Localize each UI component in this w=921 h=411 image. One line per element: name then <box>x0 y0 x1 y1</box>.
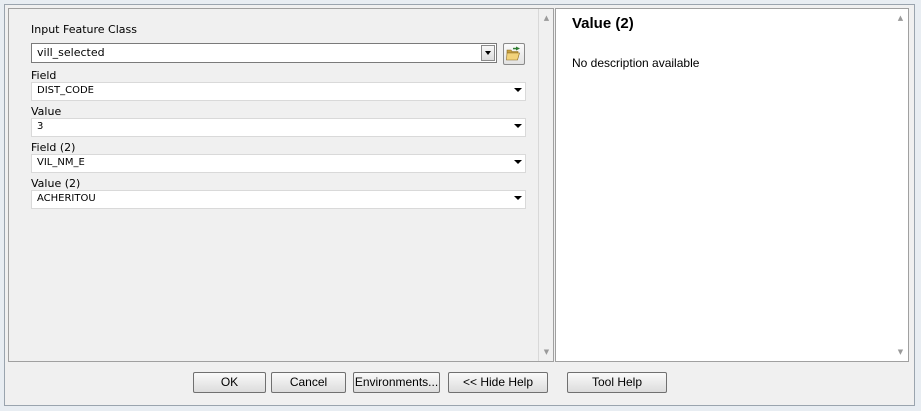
input-feature-class-dropdown[interactable]: vill_selected <box>31 43 497 63</box>
browse-button[interactable] <box>503 43 525 65</box>
open-folder-icon <box>506 46 520 61</box>
chevron-down-icon <box>514 88 522 92</box>
cancel-button[interactable]: Cancel <box>271 372 346 393</box>
environments-button[interactable]: Environments... <box>353 372 440 393</box>
help-title: Value (2) <box>572 15 634 32</box>
help-description: No description available <box>572 56 700 70</box>
value-label: Value <box>31 105 62 118</box>
input-feature-class-label: Input Feature Class <box>31 23 137 36</box>
scroll-up-icon[interactable]: ▲ <box>893 11 908 25</box>
scroll-down-icon[interactable]: ▼ <box>893 345 908 359</box>
input-feature-class-value: vill_selected <box>37 46 105 59</box>
scroll-up-icon[interactable]: ▲ <box>539 11 554 25</box>
hide-help-button[interactable]: << Hide Help <box>448 372 548 393</box>
help-pane: Value (2) No description available ▲ ▼ <box>555 8 909 362</box>
chevron-down-icon <box>514 124 522 128</box>
value-value: 3 <box>37 121 44 132</box>
ok-button[interactable]: OK <box>193 372 266 393</box>
field-2-value: VIL_NM_E <box>37 157 85 168</box>
scroll-down-icon[interactable]: ▼ <box>539 345 554 359</box>
field-2-dropdown[interactable]: VIL_NM_E <box>31 154 526 173</box>
chevron-down-icon[interactable] <box>481 45 495 61</box>
field-2-label: Field (2) <box>31 141 76 154</box>
value-2-value: ACHERITOU <box>37 193 96 204</box>
field-value: DIST_CODE <box>37 85 94 96</box>
tool-help-button[interactable]: Tool Help <box>567 372 667 393</box>
parameters-pane: Input Feature Class vill_selected Field … <box>8 8 554 362</box>
value-dropdown[interactable]: 3 <box>31 118 526 137</box>
help-scrollbar[interactable]: ▲ ▼ <box>893 9 908 361</box>
value-2-label: Value (2) <box>31 177 81 190</box>
chevron-down-icon <box>514 196 522 200</box>
parameters-scrollbar[interactable]: ▲ ▼ <box>538 9 553 361</box>
field-label: Field <box>31 69 57 82</box>
chevron-down-icon <box>514 160 522 164</box>
value-2-dropdown[interactable]: ACHERITOU <box>31 190 526 209</box>
tool-dialog: Input Feature Class vill_selected Field … <box>4 4 915 406</box>
field-dropdown[interactable]: DIST_CODE <box>31 82 526 101</box>
